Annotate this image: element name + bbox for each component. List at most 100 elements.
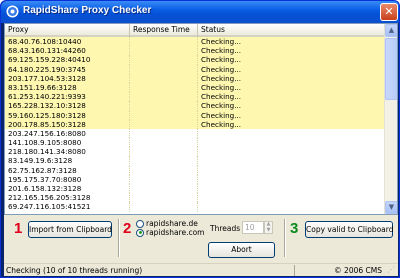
table-row[interactable]: 61.253.140.221:9393 Checking... <box>5 92 385 102</box>
step-2-label: 2 <box>123 220 132 237</box>
abort-button[interactable]: Abort <box>208 242 275 258</box>
divider <box>284 219 285 257</box>
table-row[interactable]: 83.151.19.66:3128 Checking... <box>5 82 385 93</box>
proxy-cell: 203.177.104.53:3128 <box>5 73 130 83</box>
table-row[interactable]: 68.43.160.131:44260 Checking... <box>5 46 385 56</box>
table-row[interactable]: 200.178.85.150:3128 Checking... <box>5 119 385 129</box>
proxy-cell: 69.125.159.228:40410 <box>5 55 130 65</box>
vertical-scrollbar[interactable]: ▲ ▼ <box>384 24 397 214</box>
response-time-cell <box>130 193 198 203</box>
table-row[interactable]: 68.40.76.108:10440 Checking... <box>5 37 385 47</box>
table-row[interactable]: 165.228.132.10:3128 Checking... <box>5 101 385 111</box>
table-row[interactable]: 69.125.159.228:40410 Checking... <box>5 55 385 65</box>
status-cell <box>198 175 385 184</box>
column-header-proxy[interactable]: Proxy <box>5 24 130 37</box>
status-bar: Checking (10 of 10 threads running) © 20… <box>4 263 398 276</box>
list-header: Proxy Response Time Status <box>5 24 385 37</box>
host-option-rapidshare-de[interactable]: rapidshare.de <box>136 219 198 228</box>
response-time-cell <box>130 73 198 83</box>
table-row[interactable]: 69.247.116.105:41521 <box>5 202 385 212</box>
scroll-thumb[interactable] <box>385 38 397 100</box>
proxy-cell: 68.40.76.108:10440 <box>5 37 130 47</box>
response-time-cell <box>130 174 198 184</box>
proxy-cell: 61.253.140.221:9393 <box>5 92 130 102</box>
close-button[interactable]: ✕ <box>380 3 398 21</box>
proxy-cell: 201.6.158.132:3128 <box>5 184 130 194</box>
divider <box>118 219 119 257</box>
status-cell: Checking... <box>201 92 242 102</box>
table-row[interactable]: 141.108.9.105:8080 <box>5 138 385 148</box>
host-option-rapidshare-com[interactable]: rapidshare.com <box>136 228 204 237</box>
table-row[interactable]: 212.165.156.205:3128 <box>5 193 385 203</box>
client-area: Proxy Response Time Status 68.40.76.108:… <box>4 23 398 276</box>
spin-down-icon[interactable]: ▼ <box>265 227 272 234</box>
response-time-cell <box>130 64 198 74</box>
copy-valid-to-clipboard-button[interactable]: Copy valid to Clipboard <box>305 221 394 238</box>
table-row[interactable]: 59.160.125.180:3128 Checking... <box>5 110 385 120</box>
control-panel: 1 Import from Clipboard 2 rapidshare.de … <box>4 215 398 263</box>
proxy-cell: 200.178.85.150:3128 <box>5 119 130 129</box>
table-row[interactable]: 195.175.37.70:8080 <box>5 174 385 184</box>
response-time-cell <box>130 110 198 120</box>
status-cell: Checking... <box>201 101 242 111</box>
status-cell <box>198 166 385 175</box>
table-row[interactable]: 218.180.141.34:8080 <box>5 147 385 157</box>
response-time-cell <box>130 128 198 139</box>
response-time-cell <box>130 92 198 102</box>
proxy-cell: 203.247.156.16:8080 <box>5 128 130 139</box>
resize-grip-icon[interactable]: ⋰ <box>387 265 397 275</box>
proxy-cell: 83.149.19.6:3128 <box>5 156 130 166</box>
response-time-cell <box>130 165 198 175</box>
response-time-cell <box>130 82 198 93</box>
response-time-cell <box>130 184 198 194</box>
scroll-down-icon[interactable]: ▼ <box>385 201 397 214</box>
table-row[interactable]: 203.177.104.53:3128 Checking... <box>5 73 385 83</box>
radio-label-rapidshare-de: rapidshare.de <box>146 219 198 228</box>
status-cell: Checking... <box>201 64 242 74</box>
app-icon <box>6 5 19 18</box>
title-bar[interactable]: RapidShare Proxy Checker ✕ <box>1 1 399 23</box>
status-cell: Checking... <box>201 55 242 65</box>
response-time-cell <box>130 37 198 47</box>
response-time-cell <box>130 202 198 212</box>
threads-spinner[interactable]: ▲ ▼ <box>264 221 273 234</box>
app-window: RapidShare Proxy Checker ✕ Proxy Respons… <box>0 0 400 278</box>
status-text: Checking (10 of 10 threads running) <box>6 266 143 275</box>
status-cell <box>198 147 385 156</box>
status-cell: Checking... <box>201 37 242 46</box>
proxy-cell: 64.180.225.190:3745 <box>5 64 130 74</box>
proxy-cell: 218.180.141.34:8080 <box>5 147 130 157</box>
response-time-cell <box>130 101 198 111</box>
table-row[interactable]: 203.247.156.16:8080 <box>5 128 385 139</box>
radio-rapidshare-com[interactable] <box>136 228 144 237</box>
table-row[interactable]: 64.180.225.190:3745 Checking... <box>5 64 385 74</box>
threads-label: Threads <box>210 224 241 233</box>
status-cell: Checking... <box>201 119 242 129</box>
proxy-list[interactable]: Proxy Response Time Status 68.40.76.108:… <box>4 23 398 215</box>
step-3-label: 3 <box>290 220 299 237</box>
proxy-cell: 212.165.156.205:3128 <box>5 193 130 203</box>
column-header-response-time[interactable]: Response Time <box>130 24 198 37</box>
table-row[interactable]: 201.6.158.132:3128 <box>5 184 385 194</box>
proxy-cell: 195.175.37.70:8080 <box>5 174 130 184</box>
response-time-cell <box>130 55 198 65</box>
status-cell <box>198 202 385 211</box>
status-separator <box>294 265 295 276</box>
table-row[interactable]: 83.149.19.6:3128 <box>5 156 385 166</box>
threads-field[interactable]: 10 <box>242 221 264 234</box>
status-cell <box>198 193 385 202</box>
column-header-status[interactable]: Status <box>198 24 385 37</box>
radio-rapidshare-de[interactable] <box>136 219 144 228</box>
copyright-text: © 2006 CMS <box>334 266 382 275</box>
scroll-up-icon[interactable]: ▲ <box>385 24 397 37</box>
status-cell: Checking... <box>201 110 242 120</box>
status-cell <box>198 184 385 193</box>
radio-label-rapidshare-com: rapidshare.com <box>146 228 205 237</box>
status-cell <box>198 129 385 138</box>
status-cell: Checking... <box>201 46 242 56</box>
table-row[interactable]: 62.75.162.87:3128 <box>5 165 385 175</box>
import-from-clipboard-button[interactable]: Import from Clipboard <box>28 221 112 238</box>
proxy-cell: 83.151.19.66:3128 <box>5 82 130 93</box>
response-time-cell <box>130 138 198 148</box>
proxy-cell: 141.108.9.105:8080 <box>5 138 130 148</box>
